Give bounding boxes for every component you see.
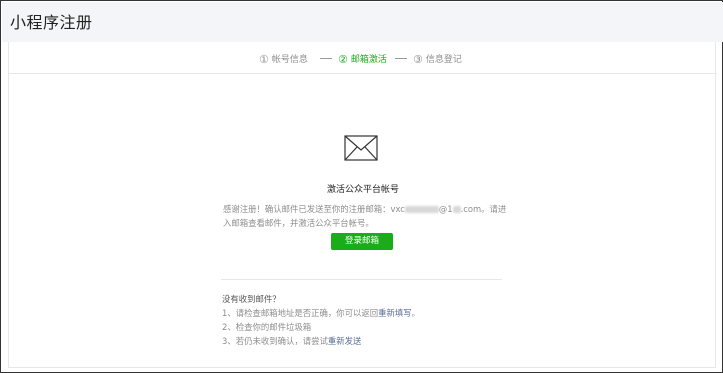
email-mid: @1 bbox=[438, 204, 453, 214]
page-header: 小程序注册 bbox=[2, 2, 723, 42]
step-separator bbox=[320, 58, 332, 59]
help-section: 没有收到邮件？ 1、请检查邮箱地址是否正确，你可以返回重新填写。 2、检查你的邮… bbox=[222, 292, 522, 348]
step-label: 邮箱激活 bbox=[350, 55, 387, 65]
help-item-2: 2、检查你的邮件垃圾箱 bbox=[222, 322, 312, 332]
help-item-1-text: 1、请检查邮箱地址是否正确，你可以返回 bbox=[222, 308, 379, 318]
step-number: ① bbox=[259, 53, 269, 66]
help-item-1-suffix: 。 bbox=[411, 308, 420, 318]
email-end: .com bbox=[460, 204, 482, 214]
step-label: 信息登记 bbox=[425, 55, 462, 65]
help-item-3-text: 3、若仍未收到确认，请尝试 bbox=[222, 336, 328, 346]
help-item-1: 1、请检查邮箱地址是否正确，你可以返回重新填写。 bbox=[222, 306, 522, 320]
refill-link[interactable]: 重新填写 bbox=[378, 308, 412, 318]
redacted-email bbox=[452, 206, 461, 213]
activation-description: 感谢注册！确认邮件已发送至你的注册邮箱：vxc @1 .com。请进入邮箱查看邮件，… bbox=[223, 202, 507, 230]
step-account-info: ① 帐号信息 bbox=[259, 52, 308, 66]
step-label: 帐号信息 bbox=[271, 55, 308, 65]
resend-link[interactable]: 重新发送 bbox=[328, 336, 362, 346]
step-email-activation: ② 邮箱激活 bbox=[338, 52, 387, 66]
page-frame: 小程序注册 ① 帐号信息 ② 邮箱激活 ③ 信息登记 激活公众平台帐号 感谢注册！确认… bbox=[0, 0, 723, 373]
step-number: ② bbox=[338, 53, 348, 66]
redacted-email bbox=[404, 206, 439, 213]
step-indicator: ① 帐号信息 ② 邮箱激活 ③ 信息登记 bbox=[9, 42, 717, 74]
section-divider bbox=[221, 279, 502, 280]
login-email-button[interactable]: 登录邮箱 bbox=[331, 233, 393, 250]
help-item-3: 3、若仍未收到确认，请尝试重新发送 bbox=[222, 334, 522, 348]
step-number: ③ bbox=[413, 53, 423, 66]
desc-prefix: 感谢注册！确认邮件已发送至你的注册邮箱： bbox=[223, 204, 391, 214]
step-info-registration: ③ 信息登记 bbox=[413, 52, 462, 66]
step-separator bbox=[395, 58, 407, 59]
email-start: vxc bbox=[390, 204, 405, 214]
activation-heading: 激活公众平台帐号 bbox=[326, 185, 399, 195]
registration-card: ① 帐号信息 ② 邮箱激活 ③ 信息登记 激活公众平台帐号 感谢注册！确认邮件已发送至… bbox=[8, 42, 717, 368]
help-question: 没有收到邮件？ bbox=[222, 294, 281, 304]
envelope-icon bbox=[344, 135, 378, 161]
page-title: 小程序注册 bbox=[10, 13, 93, 32]
